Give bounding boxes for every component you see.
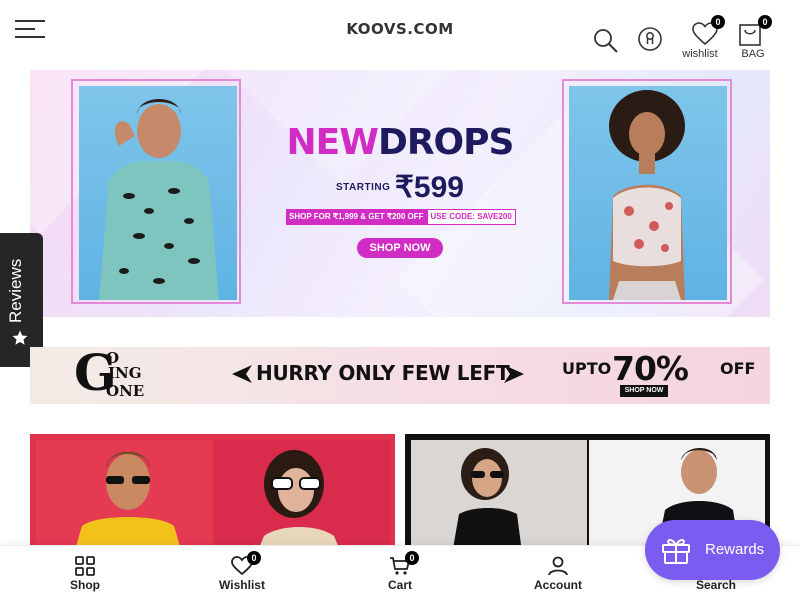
hero-price: ₹599 xyxy=(394,171,464,204)
bottom-nav-search-label: Search xyxy=(695,578,737,592)
tile-right-photo-woman xyxy=(411,440,587,554)
reviews-tab-label: Reviews xyxy=(6,258,25,323)
hero-title-drops: DROPS xyxy=(377,122,515,163)
hero-model-photo-right xyxy=(569,86,727,300)
going-logo-one: ONE xyxy=(106,382,145,400)
bottom-nav-wishlist-label: Wishlist xyxy=(219,578,265,592)
rewards-label: Rewards xyxy=(705,541,765,558)
koovs-home-page: KOOVS.COM 0 wishlist 0 BAG NEWDROPS STAR… xyxy=(0,0,800,593)
bag-count-badge: 0 xyxy=(758,15,772,29)
bag-label[interactable]: BAG xyxy=(733,48,773,60)
upto-label: UPTO xyxy=(562,359,612,378)
hero-shop-now-button[interactable]: SHOP NOW xyxy=(357,238,443,258)
search-icon[interactable] xyxy=(593,28,619,54)
gift-icon xyxy=(661,536,691,569)
right-arrow-decor-icon xyxy=(504,365,524,383)
bottom-nav-shop[interactable]: Shop xyxy=(6,546,164,593)
wishlist-label[interactable]: wishlist xyxy=(676,48,724,60)
off-label: OFF xyxy=(720,359,756,378)
logo-wrapper: KOOVS.COM xyxy=(0,20,800,38)
hero-starting-label: STARTING xyxy=(336,182,391,193)
bottom-nav-cart[interactable]: 0 Cart xyxy=(321,546,479,593)
hero-banner-new-drops[interactable]: NEWDROPS STARTING ₹599 SHOP FOR ₹1,999 &… xyxy=(30,70,770,317)
hero-offer-text: SHOP FOR ₹1,999 & GET ₹200 OFF xyxy=(286,209,427,225)
bottom-nav-cart-badge: 0 xyxy=(405,551,419,565)
category-tile-left[interactable] xyxy=(30,434,395,554)
bottom-nav-cart-label: Cart xyxy=(387,578,412,592)
hero-coupon-code: USE CODE: SAVE200 xyxy=(426,209,516,225)
star-icon xyxy=(11,329,29,352)
promo-banner-going-going-gone[interactable]: G O ING ONE HURRY ONLY FEW LEFT UPTO 70%… xyxy=(30,347,770,404)
tile-left-photo-woman xyxy=(214,440,390,554)
site-header: KOOVS.COM 0 wishlist 0 BAG xyxy=(0,0,800,68)
hero-price-line: STARTING ₹599 xyxy=(260,170,540,205)
hero-model-photo-left xyxy=(79,86,237,300)
hero-offer-strip: SHOP FOR ₹1,999 & GET ₹200 OFF USE CODE:… xyxy=(286,209,516,225)
hurry-text: HURRY ONLY FEW LEFT xyxy=(256,361,510,385)
bottom-nav-wishlist[interactable]: 0 Wishlist xyxy=(163,546,321,593)
rewards-launcher-button[interactable]: Rewards xyxy=(645,520,780,580)
hero-title-new: NEW xyxy=(286,122,379,163)
bag-icon[interactable] xyxy=(739,22,761,46)
tile-left-photo-man xyxy=(36,440,212,554)
wishlist-count-badge: 0 xyxy=(711,15,725,29)
bottom-nav-shop-label: Shop xyxy=(70,578,100,592)
site-logo[interactable]: KOOVS.COM xyxy=(346,20,453,38)
going-logo-ing: ING xyxy=(108,364,142,382)
promo-shop-now-button[interactable]: SHOP NOW xyxy=(620,385,668,397)
going-going-gone-logo: G O ING ONE xyxy=(74,347,174,404)
bottom-nav-account-label: Account xyxy=(534,578,582,592)
bottom-nav-account[interactable]: Account xyxy=(479,546,637,593)
account-icon[interactable] xyxy=(638,27,662,51)
hamburger-menu-icon[interactable] xyxy=(15,19,45,39)
bottom-nav-wishlist-badge: 0 xyxy=(247,551,261,565)
discount-value: 70% xyxy=(612,349,689,388)
hero-title: NEWDROPS xyxy=(260,122,540,163)
left-arrow-decor-icon xyxy=(232,365,252,383)
